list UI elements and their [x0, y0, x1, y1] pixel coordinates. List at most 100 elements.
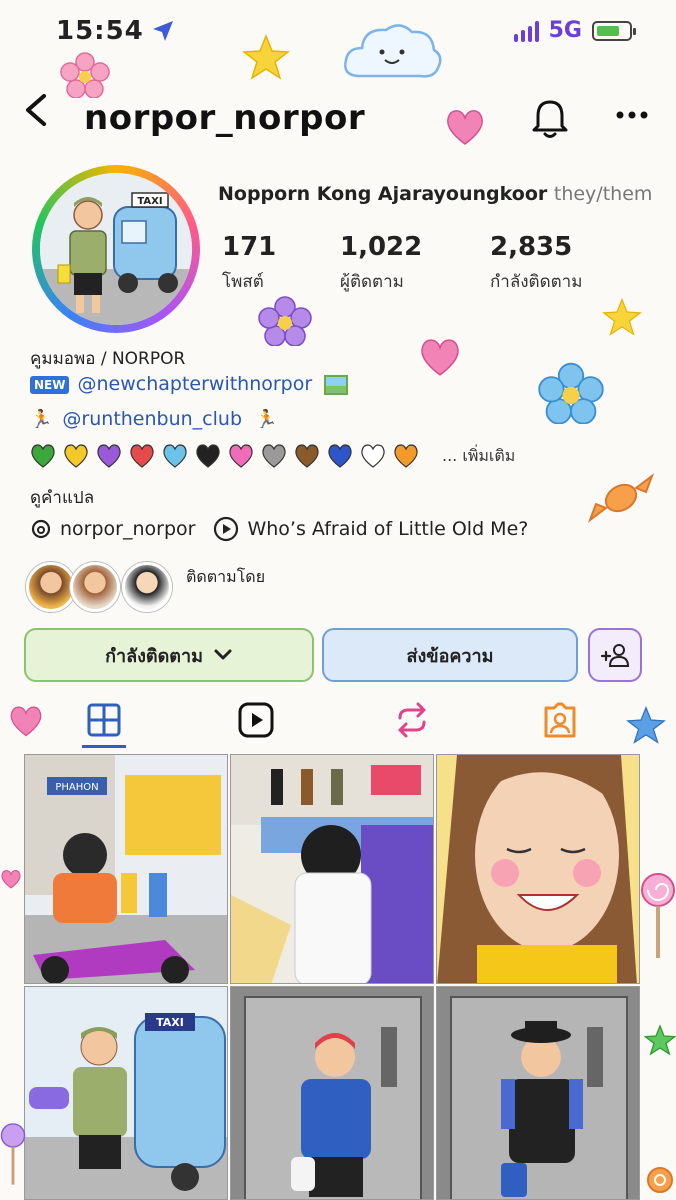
post-illustration: PHAHON [25, 755, 227, 983]
heart-emoji-icon [295, 444, 319, 468]
posts-count: 171 [222, 232, 277, 262]
stat-following[interactable]: 2,835 กำลังติดตาม [490, 232, 582, 295]
signal-icon [513, 20, 539, 42]
heart-emoji-icon [130, 444, 154, 468]
status-time: 15:54 [56, 16, 144, 46]
profile-avatar[interactable]: TAXI [32, 165, 200, 333]
heart-doodle-icon [1, 870, 21, 889]
heart-emoji-row [31, 444, 418, 468]
bio-line-link1: NEW @newchapterwithnorpor [30, 373, 348, 395]
stat-posts[interactable]: 171 โพสต์ [222, 232, 276, 295]
bio-link-runthenbun[interactable]: @runthenbun_club [62, 408, 242, 430]
back-button[interactable] [22, 92, 50, 136]
tab-tagged[interactable] [540, 700, 580, 744]
threads-handle[interactable]: norpor_norpor [60, 518, 195, 540]
profile-username: norpor_norpor [84, 98, 366, 138]
suggest-people-button[interactable] [588, 628, 642, 682]
followers-label: ผู้ติดตาม [340, 272, 404, 292]
heart-doodle-icon [10, 706, 42, 737]
star-doodle-icon [242, 34, 290, 80]
post-thumbnail[interactable] [230, 986, 434, 1200]
post-thumbnail[interactable] [436, 986, 640, 1200]
following-label: กำลังติดตาม [490, 272, 583, 292]
new-badge: NEW [30, 376, 70, 394]
follower-avatar [70, 562, 120, 612]
post-illustration: TAXI [25, 987, 227, 1199]
post-illustration [231, 987, 433, 1199]
taxi-sign: TAXI [156, 1016, 184, 1029]
message-button-label: ส่งข้อความ [406, 645, 494, 667]
candy-doodle-icon [587, 473, 655, 523]
post-illustration [437, 755, 639, 983]
bio-hearts-row: ... เพิ่มเติม [30, 443, 515, 469]
star-doodle-icon [644, 1024, 676, 1056]
flower-doodle-icon [538, 362, 604, 424]
bio-threads-music-row: norpor_norpor Who’s Afraid of Little Old… [30, 516, 528, 542]
network-type: 5G [548, 18, 582, 43]
following-button[interactable]: กำลังติดตาม [24, 628, 314, 682]
following-button-label: กำลังติดตาม [105, 645, 203, 667]
followed-by-text: ติดตามโดย [186, 567, 266, 586]
star-doodle-icon [602, 298, 642, 336]
heart-emoji-icon [328, 444, 352, 468]
profile-full-name: Nopporn Kong Ajarayoungkoor they/them [218, 183, 652, 205]
heart-emoji-icon [163, 444, 187, 468]
grid-icon [87, 703, 121, 737]
taxi-sign: TAXI [137, 196, 162, 207]
following-count: 2,835 [490, 232, 573, 262]
cloud-doodle-icon [344, 24, 442, 78]
followers-count: 1,022 [340, 232, 423, 262]
bio-line-link2: 🏃 @runthenbun_club 🏃 [30, 408, 278, 430]
pronouns: they/them [553, 183, 653, 205]
music-track[interactable]: Who’s Afraid of Little Old Me? [247, 518, 528, 540]
post-illustration [231, 755, 433, 983]
add-user-icon [600, 644, 630, 667]
post-illustration [437, 987, 639, 1199]
heart-emoji-icon [64, 444, 88, 468]
location-arrow-icon [153, 21, 173, 41]
bio-link-newchapter[interactable]: @newchapterwithnorpor [77, 373, 312, 395]
runner-emoji-icon: 🏃 [255, 409, 278, 430]
battery-icon [592, 20, 636, 41]
chevron-left-icon [26, 94, 46, 126]
picture-emoji-icon [323, 375, 348, 395]
runner-emoji-icon: 🏃 [30, 409, 53, 430]
followed-by-avatars[interactable] [22, 560, 182, 616]
heart-emoji-icon [361, 444, 385, 468]
post-thumbnail[interactable]: TAXI [24, 986, 228, 1200]
posts-label: โพสต์ [222, 272, 264, 292]
stat-followers[interactable]: 1,022 ผู้ติดตาม [340, 232, 422, 295]
post-thumbnail[interactable] [436, 754, 640, 984]
more-options-button[interactable] [612, 98, 652, 133]
star-doodle-icon [626, 706, 666, 744]
see-more-link[interactable]: ... เพิ่มเติม [442, 444, 515, 469]
flower-doodle-icon [60, 52, 110, 98]
heart-emoji-icon [394, 444, 418, 468]
post-thumbnail[interactable]: PHAHON [24, 754, 228, 984]
chevron-down-icon [214, 649, 232, 660]
avatar-illustration: TAXI [40, 173, 192, 325]
heart-emoji-icon [31, 444, 55, 468]
full-name-text: Nopporn Kong Ajarayoungkoor [218, 183, 548, 205]
heart-doodle-icon [421, 339, 459, 376]
lollipop-doodle-icon [0, 1123, 26, 1185]
bio-line-name: คูมมอพอ / NORPOR [30, 349, 186, 369]
tab-reposts[interactable] [392, 700, 432, 744]
posts-grid: PHAHON TAXI [24, 754, 640, 1200]
street-sign: PHAHON [55, 782, 98, 793]
flower-doodle-icon [258, 296, 312, 346]
more-dots-icon [616, 111, 648, 119]
message-button[interactable]: ส่งข้อความ [322, 628, 578, 682]
play-circle-icon [214, 516, 239, 542]
heart-doodle-icon [447, 110, 483, 145]
swirl-candy-icon [647, 1167, 673, 1193]
tab-posts-grid[interactable] [84, 700, 124, 744]
follower-avatar [122, 562, 172, 612]
tab-reels[interactable] [236, 700, 276, 744]
notifications-button[interactable] [530, 98, 570, 144]
follower-avatar [26, 562, 76, 612]
post-thumbnail[interactable] [230, 754, 434, 984]
heart-emoji-icon [196, 444, 220, 468]
status-right: 5G [513, 18, 636, 43]
translate-link[interactable]: ดูคำแปล [30, 484, 94, 511]
